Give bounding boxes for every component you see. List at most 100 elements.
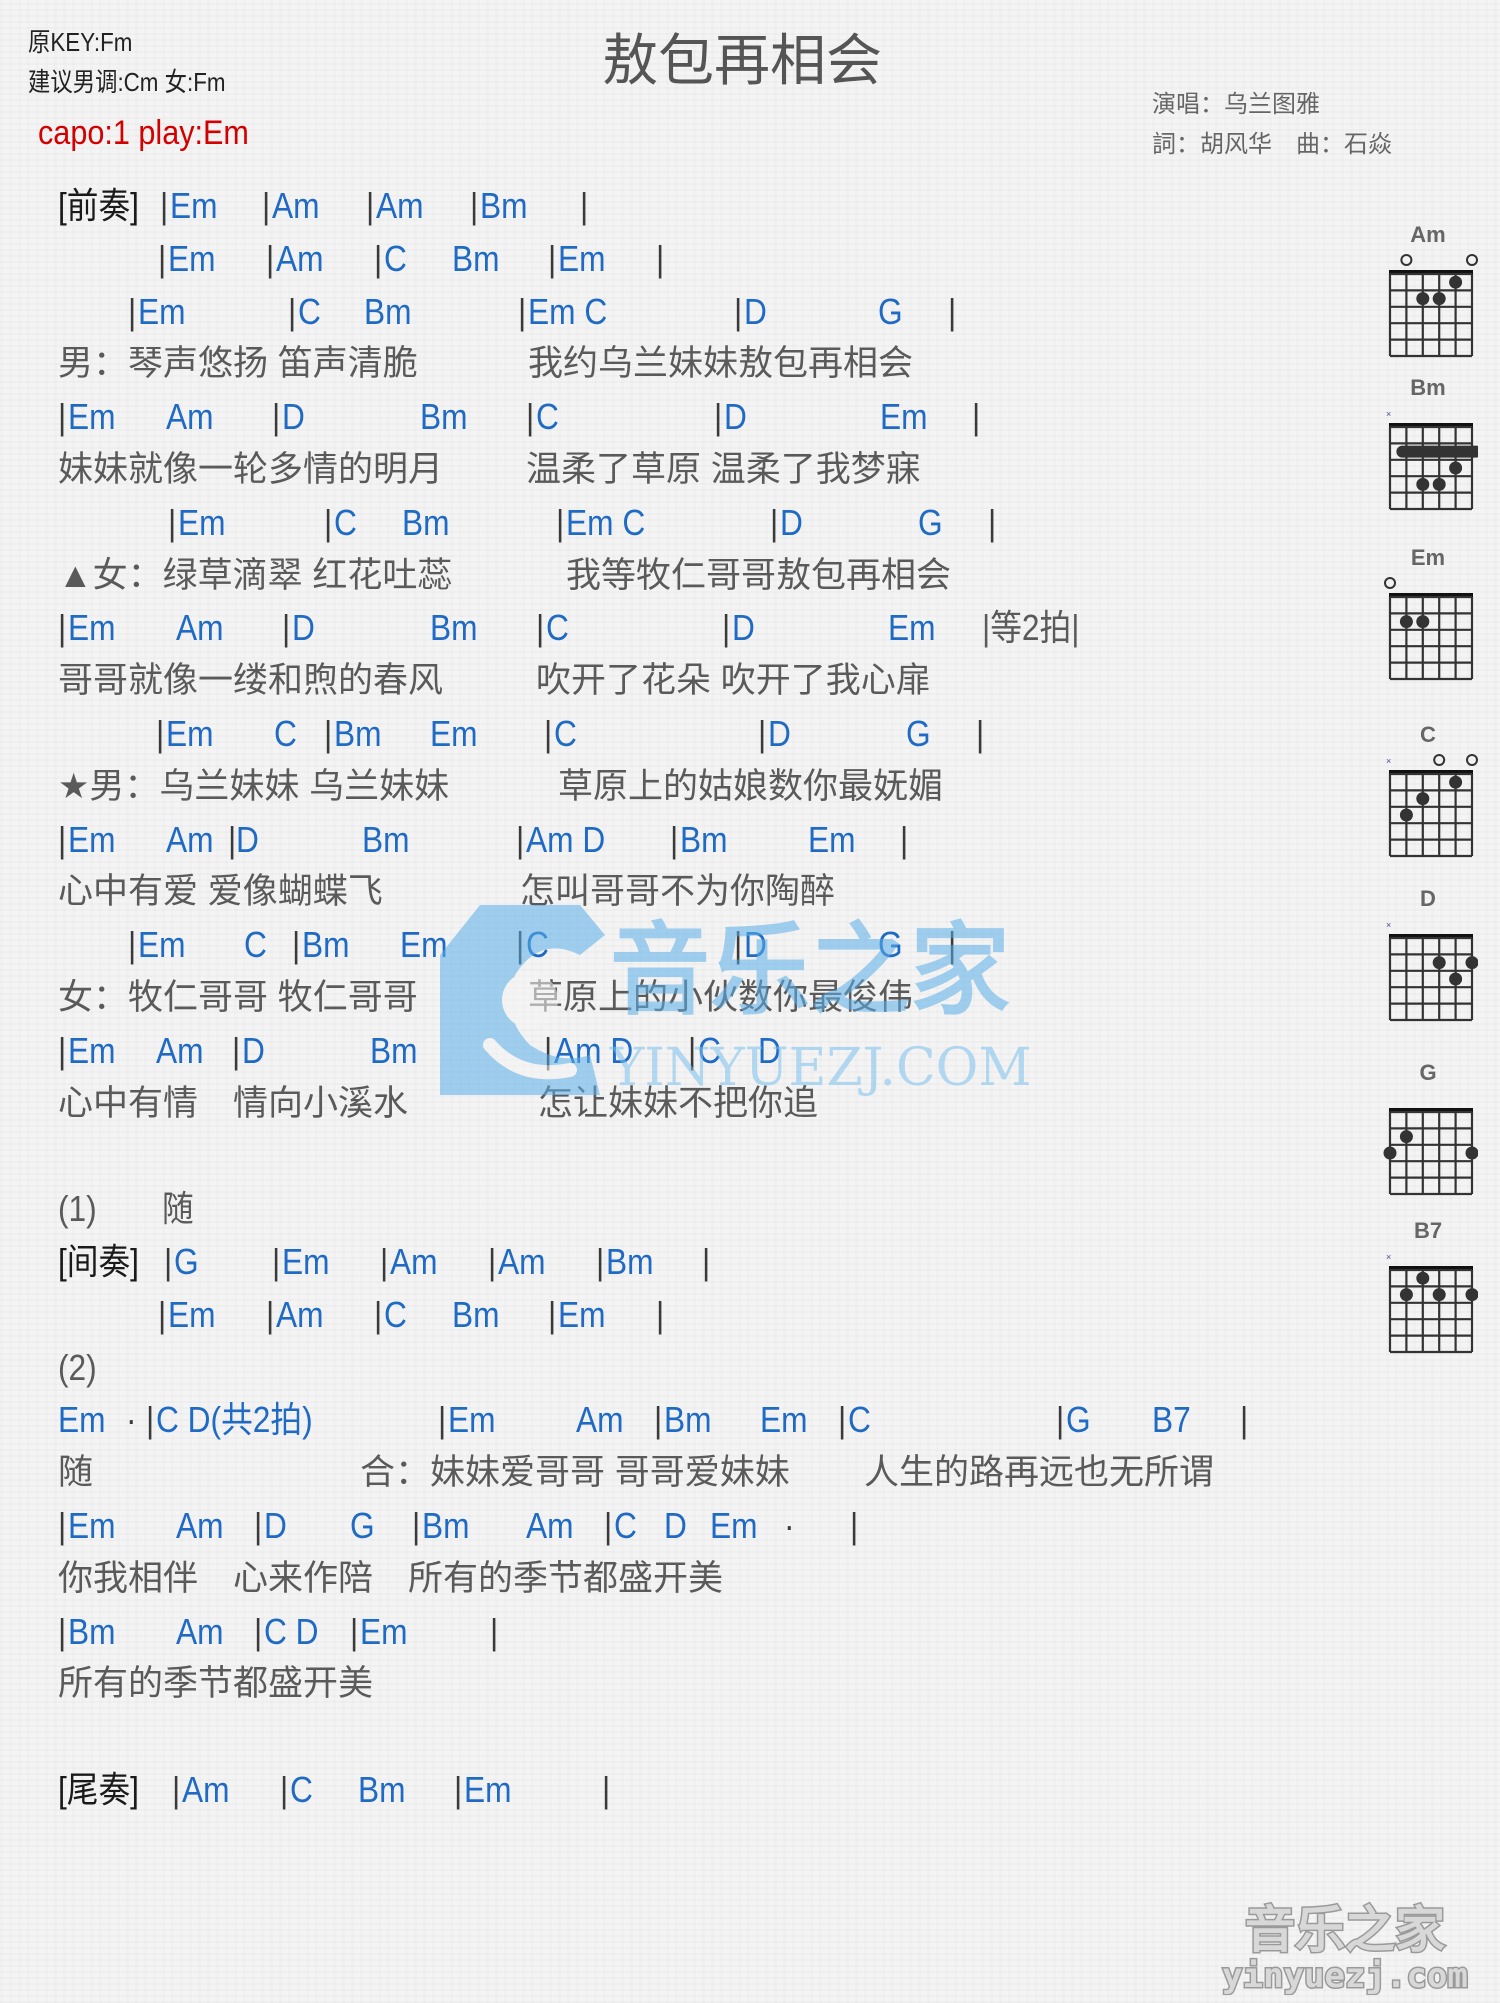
chord-symbol: C (384, 237, 407, 279)
section-label: [尾奏] (58, 1769, 139, 1810)
chord-symbol: Am (526, 1505, 574, 1546)
bar-line: | (580, 185, 589, 226)
lyric-text: 怎让妹妹不把你追 (538, 1083, 819, 1123)
chord-symbol: Em (168, 1293, 216, 1335)
chord-symbol: Am (272, 185, 320, 226)
performance-note: |等2拍| (982, 607, 1080, 649)
finger-dot (1449, 775, 1463, 789)
open-string-marker (1466, 254, 1478, 266)
chord-symbol: Em (558, 237, 606, 279)
chord-diagram-g: G (1378, 1060, 1488, 1201)
bar-line: | (58, 1610, 67, 1652)
chord-line: | Em C | Bm Em | C | D G | (0, 919, 1360, 971)
chord-symbol: Bm (680, 818, 728, 860)
chord-symbol: Bm (606, 1241, 654, 1282)
chord-symbol: C (698, 1029, 721, 1071)
bar-line: | (266, 237, 275, 279)
chord-symbol: Em (138, 924, 186, 966)
bar-line: | (280, 1769, 289, 1810)
finger-dot (1383, 1146, 1397, 1160)
chord-symbol: Am (276, 237, 324, 279)
chord-symbol: Am (390, 1241, 438, 1282)
chord-symbol: C (554, 713, 577, 754)
bar-line: | (324, 501, 333, 543)
chord-symbol: G (1066, 1399, 1091, 1441)
lyric-line: ▲女：绿草滴翠 红花吐蕊 我等牧仁哥哥敖包再相会 (0, 550, 1360, 602)
bar-line: | (544, 713, 553, 754)
chord-symbol: Am (276, 1293, 324, 1335)
chord-symbol: Am (576, 1399, 624, 1441)
chord-symbol: C (614, 1505, 637, 1546)
finger-dot (1449, 275, 1463, 289)
chord-symbol: Am (176, 1505, 224, 1546)
bar-line: | (670, 818, 679, 860)
finger-dot (1416, 615, 1430, 629)
bar-line: | (262, 185, 271, 226)
finger-dot (1399, 1130, 1413, 1144)
bar-line: | (976, 713, 985, 754)
chord-symbol: D (768, 713, 791, 754)
lyric-text: 我等牧仁哥哥敖包再相会 (566, 555, 952, 595)
section-label: [间奏] (58, 1241, 139, 1282)
lyric-text: 温柔了草原 温柔了我梦寐 (526, 450, 921, 489)
chord-symbol: D (664, 1505, 687, 1546)
open-string-marker (1466, 754, 1478, 766)
bar-line: | (172, 1769, 181, 1810)
bar-line: | (158, 237, 167, 279)
bar-line: | (374, 237, 383, 279)
bar-line: | (770, 501, 779, 543)
chord-symbol: Bm (68, 1610, 116, 1652)
bar-line: | (654, 1399, 663, 1441)
chord-symbol: Em (400, 924, 448, 966)
bar-line: | (488, 1241, 497, 1282)
chord-symbol: G (918, 501, 943, 543)
chord-symbol: Em (558, 1293, 606, 1335)
bar-line: | (490, 1610, 499, 1652)
chord-symbol: Bm (358, 1769, 406, 1810)
chord-line: | Em C | Bm Em | C | D G | (0, 708, 1360, 760)
bar-line: | (380, 1241, 389, 1282)
chord-sheet: [前奏] | Em | Am | Am | Bm | | Em | Am | C Bm | Em | | Em | C Bm | E… (0, 180, 1360, 1820)
chord-symbol: Bm (452, 1293, 500, 1335)
bar-line: | (58, 1029, 67, 1071)
bar-line: | (438, 1399, 447, 1441)
bar-line: | (604, 1505, 613, 1546)
chord-diagram-d: D × (1378, 886, 1488, 1027)
chord-symbol: Bm (334, 713, 382, 754)
chord-symbol: Am (182, 1769, 230, 1810)
capo-instruction: capo:1 play:Em (38, 114, 249, 152)
chord-symbol: Bm (480, 185, 528, 226)
lyric-line: 随 合：妹妹爱哥哥 哥哥爱妹妹 人生的路再远也无所谓 (0, 1447, 1360, 1499)
finger-dot (1416, 477, 1430, 491)
chord-symbol: G (350, 1505, 375, 1546)
bar-line: | (948, 924, 957, 966)
chord-symbol: Em (710, 1505, 758, 1546)
lyric-text: 妹妹就像一轮多情的明月 (58, 450, 444, 489)
chord-symbol: D (264, 1505, 287, 1546)
chord-symbol: Em (178, 501, 226, 543)
chord-symbol: Em (170, 185, 218, 226)
bar-line: | (128, 924, 137, 966)
chord-symbol: Em (68, 1505, 116, 1546)
bar-line: | (254, 1505, 263, 1546)
chord-symbol: Bm (402, 501, 450, 543)
chord-diagram-name: B7 (1413, 1218, 1443, 1243)
footer-logo-cn: 音乐之家 (1245, 1901, 1445, 1959)
bar-line: | (412, 1505, 421, 1546)
bar-line: | (228, 818, 237, 860)
bar-line: | (536, 607, 545, 649)
chord-line: | Em | Am | C Bm | Em | (0, 1289, 1360, 1341)
chord-symbol: Em (448, 1399, 496, 1441)
bar-line: | (350, 1610, 359, 1652)
bar-line: | (272, 1241, 281, 1282)
bar-line: | (656, 237, 665, 279)
bar-line: | (128, 290, 137, 332)
chord-line: (1) 随 (0, 1183, 1360, 1235)
chord-line: | Em Am | D Bm | Am D | C D (0, 1025, 1360, 1077)
lyric-line: 心中有情 情向小溪水 怎让妹妹不把你追 (0, 1078, 1360, 1130)
bar-line: | (266, 1293, 275, 1335)
chord-symbol: Em (808, 818, 856, 860)
chord-line: | Em Am | D Bm | C | D Em |等2拍| (0, 602, 1360, 654)
